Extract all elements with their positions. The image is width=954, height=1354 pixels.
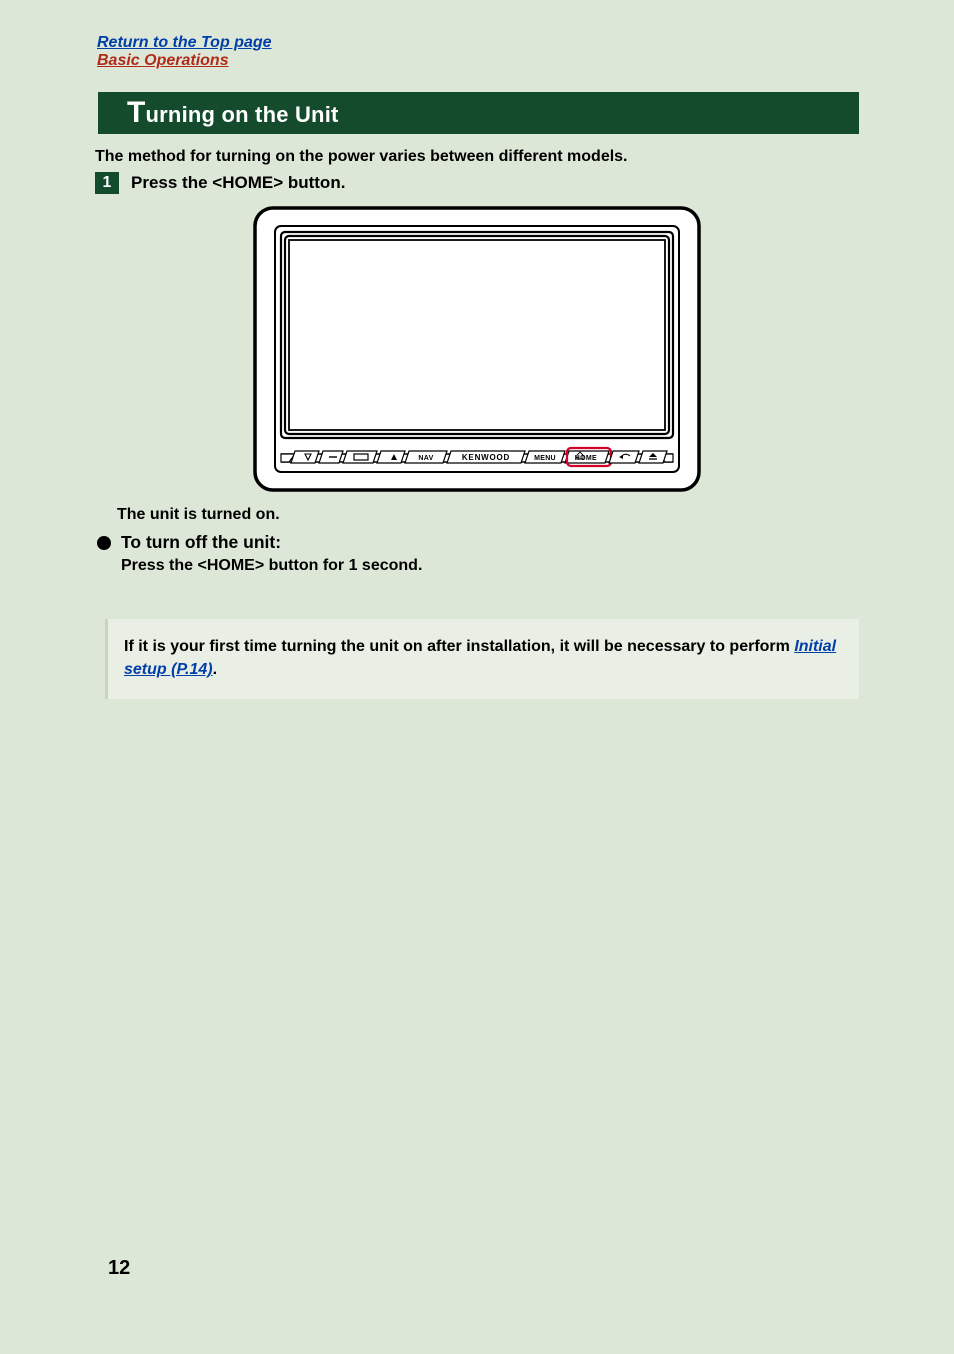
svg-text:NAV: NAV <box>418 455 433 462</box>
svg-text:KENWOOD: KENWOOD <box>462 453 510 462</box>
title-dropcap: T <box>127 96 146 129</box>
return-top-link[interactable]: Return to the Top page <box>97 34 859 52</box>
turn-off-heading-row: To turn off the unit: <box>95 532 859 553</box>
note-box: If it is your first time turning the uni… <box>105 619 859 699</box>
result-text: The unit is turned on. <box>117 506 859 524</box>
section-title: Turning on the Unit <box>127 96 339 130</box>
turn-off-body: Press the <HOME> button for 1 second. <box>121 557 859 575</box>
bullet-icon <box>97 536 111 550</box>
step-number-badge: 1 <box>95 172 119 194</box>
svg-text:HOME: HOME <box>575 455 597 462</box>
device-illustration: NAV KENWOOD MENU HOME <box>95 204 859 494</box>
device-menu-button: MENU <box>525 451 565 463</box>
svg-text:MENU: MENU <box>534 455 556 462</box>
page-number: 12 <box>108 1257 130 1280</box>
step-text: Press the <HOME> button. <box>131 173 345 193</box>
device-nav-button: NAV <box>405 451 447 463</box>
step-1: 1 Press the <HOME> button. <box>95 172 859 194</box>
intro-text: The method for turning on the power vari… <box>95 148 859 166</box>
note-lead: If it is your first time turning the uni… <box>124 638 794 655</box>
basic-operations-link[interactable]: Basic Operations <box>97 52 859 70</box>
turn-off-heading: To turn off the unit: <box>121 532 281 553</box>
note-tail: . <box>213 661 217 678</box>
device-brand-label: KENWOOD <box>447 451 525 463</box>
title-rest: urning on the Unit <box>146 102 339 127</box>
section-title-bar: Turning on the Unit <box>95 92 859 134</box>
device-home-button: HOME <box>565 448 611 466</box>
